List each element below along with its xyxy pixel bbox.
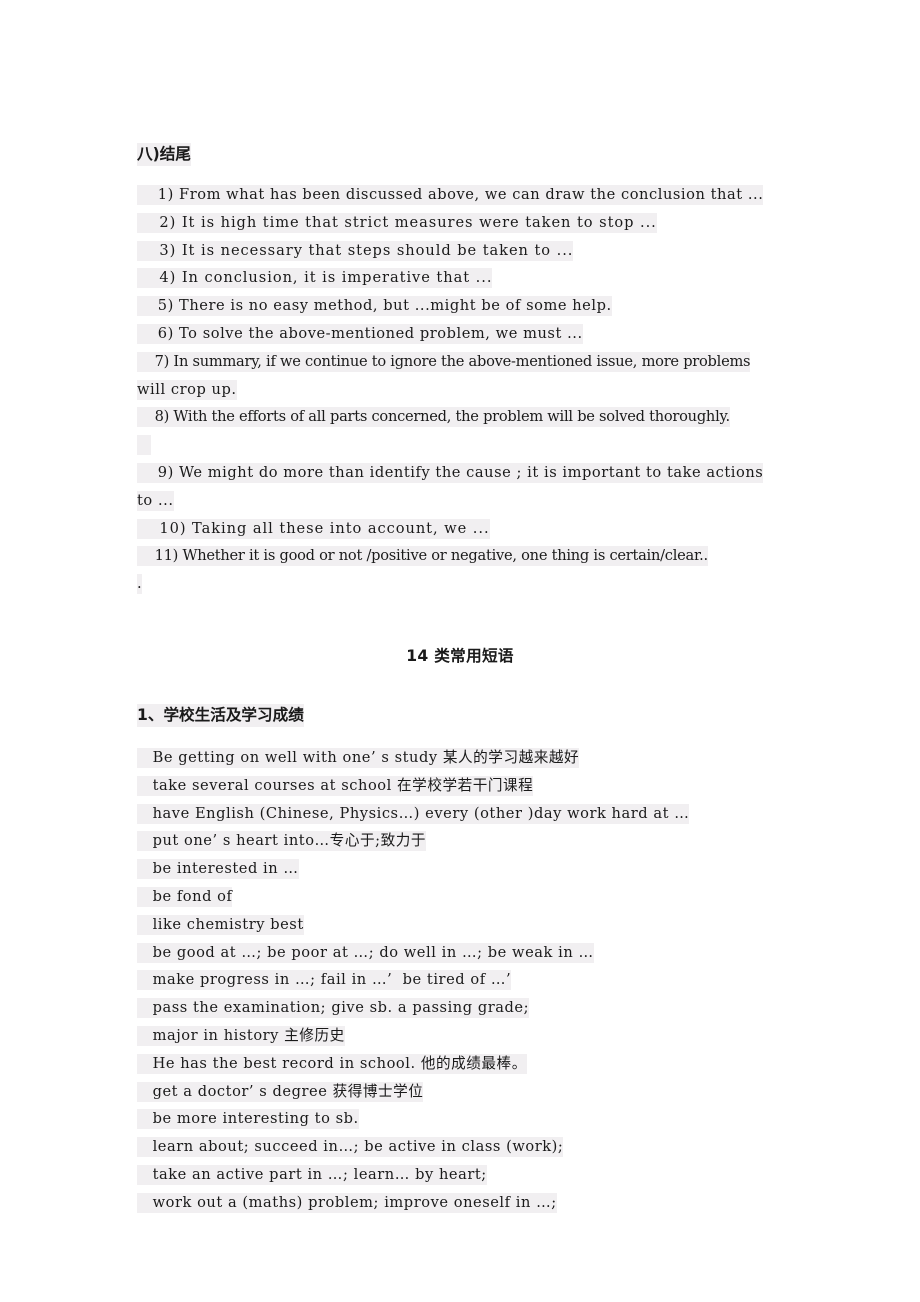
school-phrase-line-text: take an active part in …; learn… by hear… (137, 1164, 487, 1185)
school-phrase-line-text: pass the examination; give sb. a passing… (137, 998, 530, 1019)
ending-item-line-text: 7) In summary, if we continue to ignore … (137, 351, 751, 372)
school-phrase-line: work out a (maths) problem; improve ones… (137, 1189, 783, 1217)
school-phrase-line: take several courses at school 在学校学若干门课程 (137, 772, 783, 800)
school-phrase-line: be more interesting to sb. (137, 1105, 783, 1133)
school-phrase-line: have English (Chinese, Physics…) every (… (137, 800, 783, 828)
ending-item-blank-line-text (137, 435, 151, 456)
ending-item-line: 2) It is high time that strict measures … (137, 209, 783, 237)
ending-item-line-text: 4) In conclusion, it is imperative that … (137, 268, 493, 289)
ending-item-line-text: 3) It is necessary that steps should be … (137, 240, 574, 261)
ending-item-line: 10) Taking all these into account, we ..… (137, 515, 783, 543)
document-page: 八)结尾 1) From what has been discussed abo… (0, 0, 920, 1302)
school-phrase-line-text: major in history 主修历史 (137, 1025, 345, 1046)
school-phrase-line-text: work out a (maths) problem; improve ones… (137, 1192, 557, 1213)
document-content: 八)结尾 1) From what has been discussed abo… (137, 140, 783, 1217)
school-phrase-line: be interested in … (137, 855, 783, 883)
ending-item-line-text: . (137, 574, 143, 595)
school-phrase-line-text: have English (Chinese, Physics…) every (… (137, 803, 690, 824)
school-phrase-line-text: be good at …; be poor at …; do well in …… (137, 942, 594, 963)
ending-items-list: 1) From what has been discussed above, w… (137, 181, 783, 598)
school-phrases-list: Be getting on well with one’ s study 某人的… (137, 744, 783, 1217)
school-phrase-line: learn about; succeed in…; be active in c… (137, 1133, 783, 1161)
ending-item-line: will crop up. (137, 376, 783, 404)
ending-item-line: 9) We might do more than identify the ca… (137, 459, 783, 487)
ending-item-line: 1) From what has been discussed above, w… (137, 181, 783, 209)
ending-item-line: 3) It is necessary that steps should be … (137, 237, 783, 265)
school-phrase-line-text: get a doctor’ s degree 获得博士学位 (137, 1081, 424, 1102)
school-phrase-line-text: be more interesting to sb. (137, 1109, 359, 1130)
school-phrase-line: take an active part in …; learn… by hear… (137, 1161, 783, 1189)
ending-item-line-text: 2) It is high time that strict measures … (137, 212, 657, 233)
ending-item-line: 11) Whether it is good or not /positive … (137, 542, 783, 570)
ending-item-line-text: 1) From what has been discussed above, w… (137, 185, 764, 205)
ending-item-line-text: 11) Whether it is good or not /positive … (137, 546, 708, 567)
ending-item-line-text: to ... (137, 490, 174, 511)
section-heading-ending: 八)结尾 (137, 140, 783, 169)
school-phrase-line-text: put one’ s heart into…专心于;致力于 (137, 831, 427, 852)
ending-item-line-text: 9) We might do more than identify the ca… (137, 462, 764, 483)
school-phrase-line: like chemistry best (137, 911, 783, 939)
school-phrase-line-text: like chemistry best (137, 914, 304, 935)
school-phrase-line: put one’ s heart into…专心于;致力于 (137, 827, 783, 855)
ending-item-line-text: 5) There is no easy method, but ...might… (137, 296, 612, 317)
school-phrase-line-text: learn about; succeed in…; be active in c… (137, 1137, 564, 1158)
school-phrase-line-text: take several courses at school 在学校学若干门课程 (137, 775, 534, 796)
ending-item-line: to ... (137, 487, 783, 515)
ending-item-blank-line (137, 431, 783, 459)
page-title: 14 类常用短语 (406, 646, 514, 665)
ending-item-line: . (137, 570, 783, 598)
section-heading-ending-text: 八)结尾 (137, 143, 191, 166)
section-heading-school-life-text: 1、学校生活及学习成绩 (137, 703, 304, 727)
ending-item-line-text: will crop up. (137, 379, 237, 400)
school-phrase-line: be good at …; be poor at …; do well in …… (137, 939, 783, 967)
ending-item-line-text: 8) With the efforts of all parts concern… (137, 407, 730, 428)
ending-item-line: 6) To solve the above-mentioned problem,… (137, 320, 783, 348)
ending-item-line-text: 6) To solve the above-mentioned problem,… (137, 323, 583, 344)
section-heading-school-life: 1、学校生活及学习成绩 (137, 701, 783, 730)
school-phrase-line: pass the examination; give sb. a passing… (137, 994, 783, 1022)
school-phrase-line: Be getting on well with one’ s study 某人的… (137, 744, 783, 772)
school-phrase-line-text: make progress in …; fail in …’ be tired … (137, 970, 512, 991)
school-phrase-line-text: be fond of (137, 886, 233, 907)
school-phrase-line: get a doctor’ s degree 获得博士学位 (137, 1078, 783, 1106)
ending-item-line: 5) There is no easy method, but ...might… (137, 292, 783, 320)
school-phrase-line-text: He has the best record in school. 他的成绩最棒… (137, 1053, 527, 1074)
ending-item-line-text: 10) Taking all these into account, we ..… (137, 518, 490, 539)
school-phrase-line: major in history 主修历史 (137, 1022, 783, 1050)
school-phrase-line: He has the best record in school. 他的成绩最棒… (137, 1050, 783, 1078)
ending-item-line: 7) In summary, if we continue to ignore … (137, 348, 783, 376)
school-phrase-line-text: be interested in … (137, 859, 299, 880)
ending-item-line: 4) In conclusion, it is imperative that … (137, 264, 783, 292)
school-phrase-line-text: Be getting on well with one’ s study 某人的… (137, 747, 580, 768)
school-phrase-line: make progress in …; fail in …’ be tired … (137, 966, 783, 994)
ending-item-line: 8) With the efforts of all parts concern… (137, 403, 783, 431)
school-phrase-line: be fond of (137, 883, 783, 911)
